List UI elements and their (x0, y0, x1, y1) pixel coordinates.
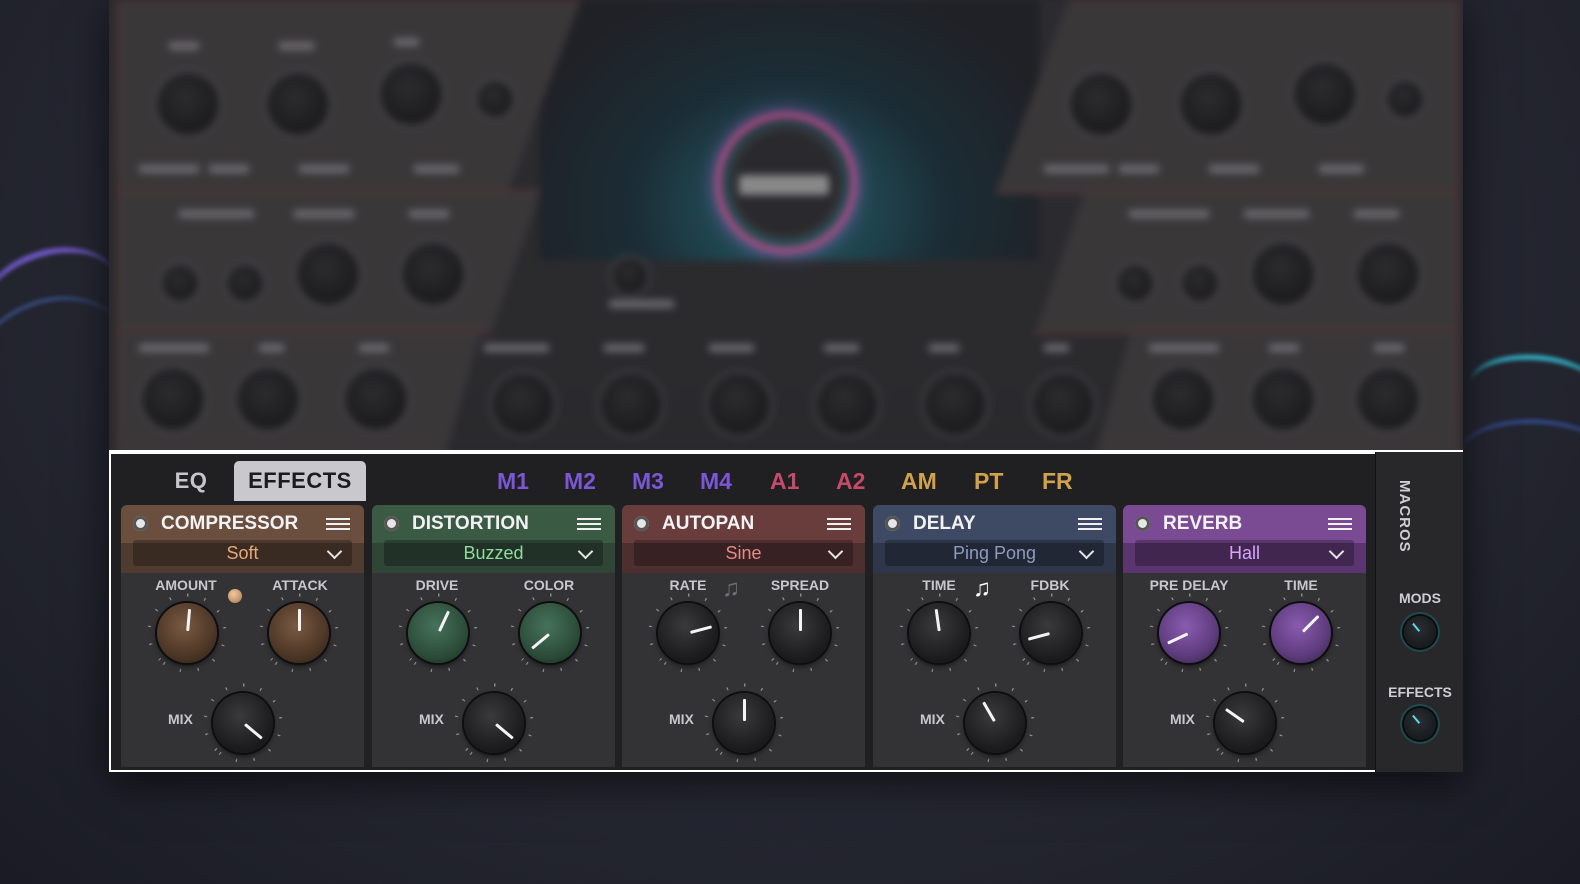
knob-label: MIX (920, 711, 945, 727)
effect-slot-reverb: REVERB Hall PRE DELAY TIME MIX (1123, 505, 1366, 767)
power-icon[interactable] (885, 516, 900, 531)
knob-label: MIX (669, 711, 694, 727)
rate-knob[interactable] (658, 603, 718, 663)
mix-knob[interactable] (714, 693, 774, 753)
tab-m4[interactable]: M4 (700, 461, 732, 501)
knob-label: MIX (168, 711, 193, 727)
tab-m2[interactable]: M2 (564, 461, 596, 501)
knob-label: AMOUNT (155, 577, 217, 593)
background-wave (1458, 417, 1580, 496)
tab-a2[interactable]: A2 (836, 461, 865, 501)
reverb-time-knob[interactable] (1271, 603, 1331, 663)
sidechain-led[interactable] (228, 589, 242, 603)
mode-dropdown[interactable]: Sine (634, 540, 853, 566)
pre-delay-knob[interactable] (1159, 603, 1219, 663)
slot-title: DELAY (913, 513, 976, 534)
hamburger-icon[interactable] (1328, 518, 1352, 530)
effect-slot-distortion: DISTORTION Buzzed DRIVE COLOR MIX (372, 505, 615, 767)
hamburger-icon[interactable] (326, 518, 350, 530)
slot-title: COMPRESSOR (161, 513, 299, 534)
mods-label: MODS (1399, 590, 1441, 606)
power-icon[interactable] (384, 516, 399, 531)
effect-slot-compressor: COMPRESSOR Soft AMOUNT ATTACK MIX (121, 505, 364, 767)
knob-label: MIX (1170, 711, 1195, 727)
effects-label: EFFECTS (1388, 684, 1452, 700)
mode-value: Soft (226, 543, 259, 563)
effects-panel: EQ EFFECTS M1 M2 M3 M4 A1 A2 AM PT FR CO… (109, 450, 1463, 772)
slot-title: DISTORTION (412, 513, 529, 534)
tab-m1[interactable]: M1 (497, 461, 529, 501)
knob-label: MIX (419, 711, 444, 727)
effect-slot-autopan: AUTOPAN Sine RATE ♫ SPREAD MIX (622, 505, 865, 767)
effect-slot-delay: DELAY Ping Pong TIME ♫ FDBK MIX (873, 505, 1116, 767)
mode-dropdown[interactable]: Ping Pong (885, 540, 1104, 566)
background-wave (1467, 350, 1580, 425)
drive-knob[interactable] (408, 603, 468, 663)
tab-effects[interactable]: EFFECTS (234, 461, 366, 501)
power-icon[interactable] (133, 516, 148, 531)
tab-am[interactable]: AM (901, 461, 937, 501)
mode-dropdown[interactable]: Soft (133, 540, 352, 566)
hamburger-icon[interactable] (577, 518, 601, 530)
macros-panel: MACROS MODS EFFECTS (1375, 452, 1463, 772)
music-note-icon[interactable]: ♫ (973, 575, 991, 603)
mode-value: Buzzed (463, 543, 524, 563)
mode-value: Ping Pong (952, 543, 1037, 563)
music-note-icon[interactable]: ♫ (722, 575, 740, 603)
mix-knob[interactable] (965, 693, 1025, 753)
mode-value: Hall (1228, 543, 1260, 563)
knob-label: COLOR (523, 577, 575, 593)
feedback-knob[interactable] (1021, 603, 1081, 663)
slot-title: REVERB (1163, 513, 1243, 534)
mods-macro-knob[interactable] (1404, 616, 1436, 648)
color-knob[interactable] (520, 603, 580, 663)
mix-knob[interactable] (213, 693, 273, 753)
synth-plugin-window: EQ EFFECTS M1 M2 M3 M4 A1 A2 AM PT FR CO… (109, 0, 1463, 772)
tab-row: EQ EFFECTS M1 M2 M3 M4 A1 A2 AM PT FR (109, 452, 1375, 510)
mode-value: Sine (725, 543, 762, 563)
slot-header: DISTORTION (372, 505, 615, 543)
tab-m3[interactable]: M3 (632, 461, 664, 501)
tab-a1[interactable]: A1 (770, 461, 799, 501)
slot-header: DELAY (873, 505, 1116, 543)
knob-label: ATTACK (272, 577, 328, 593)
mix-knob[interactable] (1215, 693, 1275, 753)
spread-knob[interactable] (770, 603, 830, 663)
slot-title: AUTOPAN (662, 513, 755, 534)
macros-title: MACROS (1396, 480, 1413, 553)
mode-dropdown[interactable]: Hall (1135, 540, 1354, 566)
slot-header: COMPRESSOR (121, 505, 364, 543)
tab-fr[interactable]: FR (1042, 461, 1073, 501)
time-knob[interactable] (909, 603, 969, 663)
tab-pt[interactable]: PT (974, 461, 1003, 501)
knob-label: TIME (1284, 577, 1318, 593)
attack-knob[interactable] (269, 603, 329, 663)
slot-header: REVERB (1123, 505, 1366, 543)
mode-dropdown[interactable]: Buzzed (384, 540, 603, 566)
mix-knob[interactable] (464, 693, 524, 753)
blurred-synth-background (109, 0, 1463, 456)
hamburger-icon[interactable] (827, 518, 851, 530)
tab-eq[interactable]: EQ (159, 461, 223, 501)
power-icon[interactable] (634, 516, 649, 531)
effects-macro-knob[interactable] (1404, 708, 1436, 740)
knob-label: DRIVE (415, 577, 459, 593)
knob-label: SPREAD (770, 577, 830, 593)
amount-knob[interactable] (157, 603, 217, 663)
knob-label: FDBK (1030, 577, 1070, 593)
knob-label: PRE DELAY (1149, 577, 1229, 593)
hamburger-icon[interactable] (1078, 518, 1102, 530)
slot-header: AUTOPAN (622, 505, 865, 543)
power-icon[interactable] (1135, 516, 1150, 531)
